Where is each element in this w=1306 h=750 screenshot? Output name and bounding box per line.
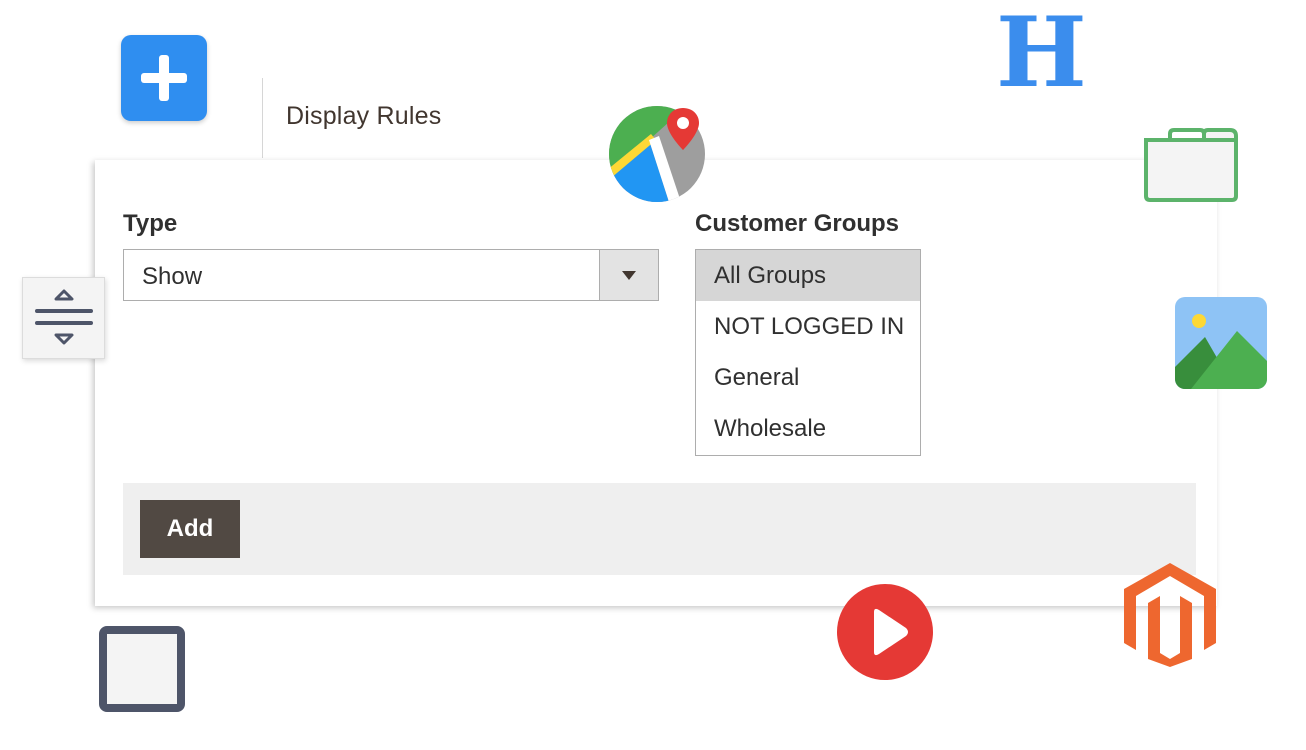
type-select-toggle[interactable] — [599, 250, 658, 300]
display-rules-tab[interactable]: Display Rules — [262, 78, 493, 158]
group-option-general[interactable]: General — [696, 352, 920, 403]
heading-icon: H — [996, 5, 1087, 101]
plus-icon — [121, 35, 207, 121]
customer-groups-multiselect[interactable]: All Groups NOT LOGGED IN General Wholesa… — [695, 249, 921, 456]
map-pin-icon — [609, 106, 705, 202]
type-label: Type — [123, 210, 178, 237]
customer-groups-label: Customer Groups — [695, 210, 900, 237]
tab-title: Display Rules — [286, 102, 442, 130]
group-option-wholesale[interactable]: Wholesale — [696, 403, 920, 454]
divider-icon — [22, 277, 105, 359]
video-play-icon — [837, 584, 933, 680]
magento-logo-icon — [1124, 563, 1216, 667]
caret-down-icon — [622, 271, 636, 280]
group-option-all-groups[interactable]: All Groups — [696, 250, 920, 301]
actions-bar: Add — [123, 483, 1196, 575]
add-button[interactable]: Add — [140, 500, 240, 558]
tabs-icon — [1144, 128, 1238, 202]
square-icon — [99, 626, 185, 712]
heading-glyph: H — [996, 0, 1087, 109]
image-icon — [1175, 297, 1267, 389]
type-select[interactable]: Show — [123, 249, 659, 301]
group-option-not-logged-in[interactable]: NOT LOGGED IN — [696, 301, 920, 352]
type-select-value: Show — [142, 263, 203, 290]
